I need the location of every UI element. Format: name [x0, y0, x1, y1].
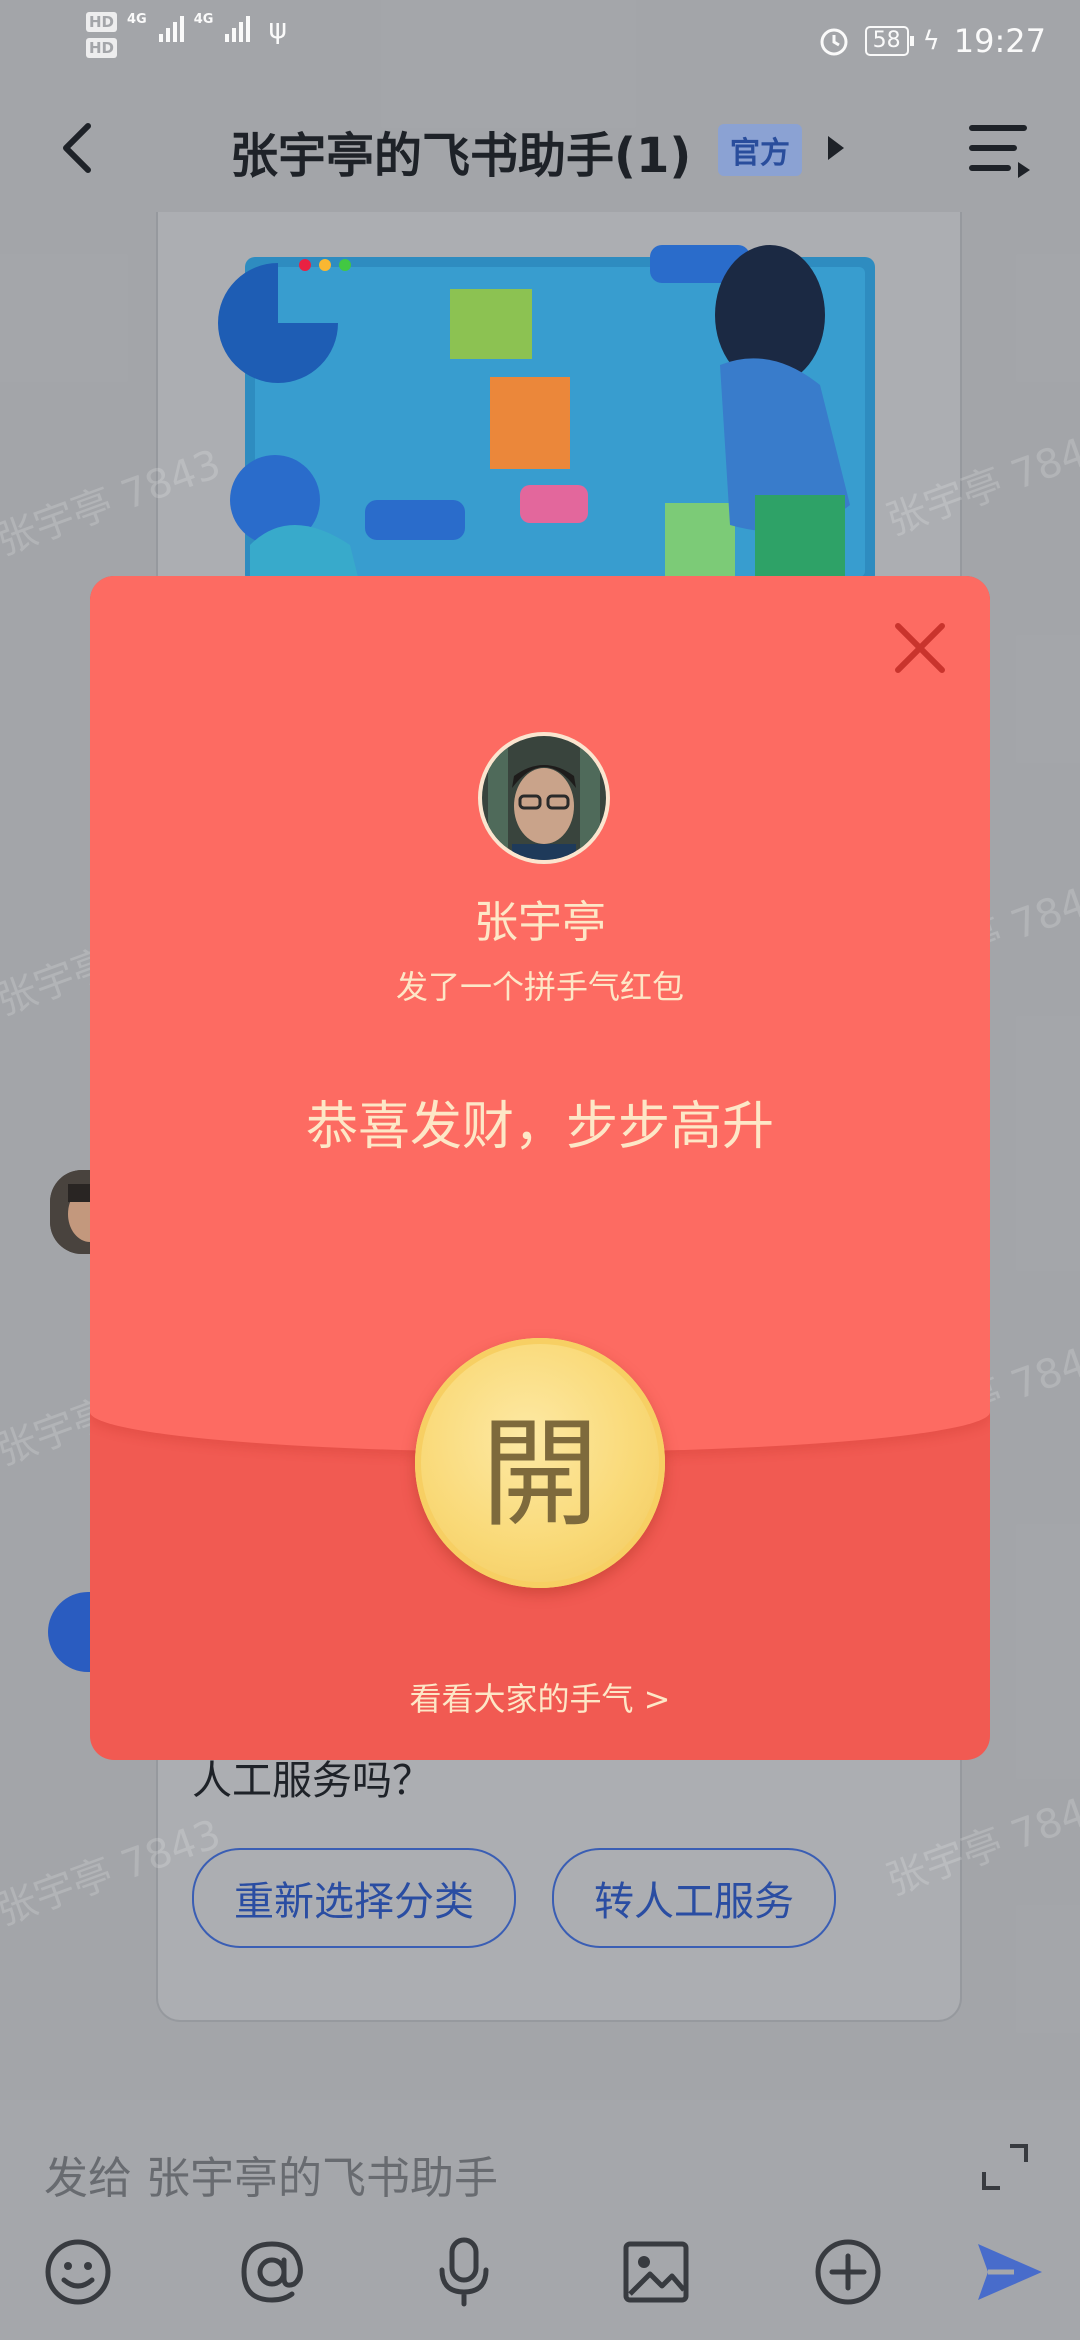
red-packet-cover [90, 576, 990, 1452]
packet-greeting: 恭喜发财，步步高升 [305, 1097, 774, 1157]
sender-photo-image [482, 736, 606, 860]
close-icon[interactable] [892, 620, 948, 676]
red-packet-dialog: 张宇亭 发了一个拼手气红包 恭喜发财，步步高升 開 看看大家的手气 > [90, 576, 990, 1760]
sender-avatar [478, 732, 610, 864]
see-everyones-luck-link[interactable]: 看看大家的手气 > [90, 1674, 990, 1720]
packet-description: 发了一个拼手气红包 [395, 968, 684, 1006]
sender-name: 张宇亭 [474, 897, 606, 948]
open-packet-button[interactable]: 開 [415, 1338, 665, 1588]
screen: HD HD 4G 4G ψ 58 ϟ 19:27 张宇亭的飞书助手(1) 官方 [0, 0, 1080, 2340]
